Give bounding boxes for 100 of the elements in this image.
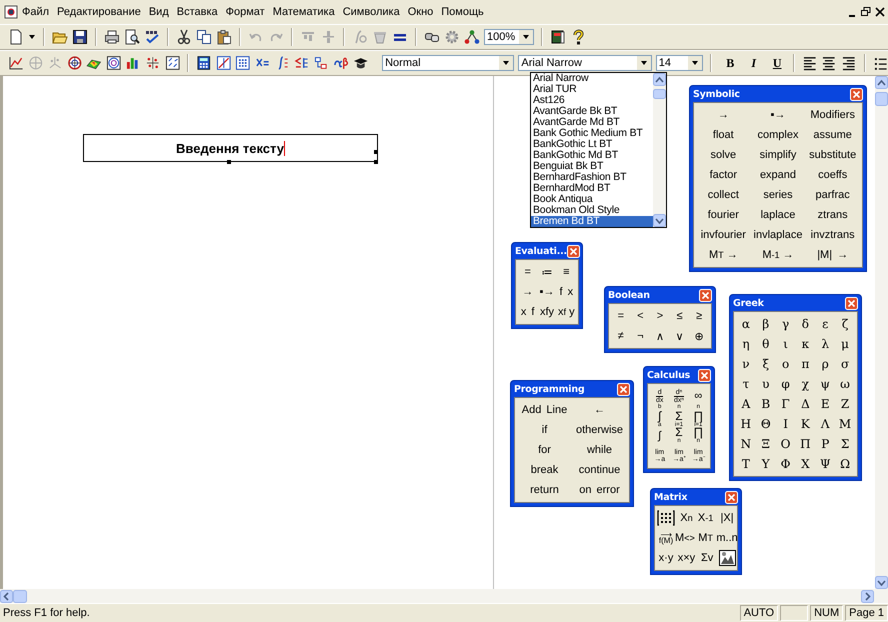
palette-button[interactable]: expand bbox=[750, 165, 806, 185]
font-list-item[interactable]: BernhardFashion BT bbox=[531, 172, 653, 183]
palette-button[interactable]: Κ bbox=[796, 414, 816, 434]
palette-button[interactable]: ⟶ f(M) bbox=[657, 528, 675, 548]
menu-item[interactable]: Окно bbox=[404, 6, 438, 18]
palette-button[interactable]: fourier bbox=[696, 205, 751, 225]
palette-button[interactable]: if bbox=[517, 420, 572, 440]
palette-window[interactable]: Boolean = < > ≤ ≥ ≠ ¬ ∧ ∨ ⊕ bbox=[604, 286, 716, 353]
palette-button[interactable]: > bbox=[650, 306, 670, 326]
palette-button[interactable]: = bbox=[518, 262, 538, 282]
palette-button[interactable]: Ξ bbox=[756, 434, 776, 454]
palette-button[interactable]: α bbox=[736, 314, 756, 334]
new-document-icon[interactable] bbox=[8, 29, 24, 45]
print-preview-icon[interactable] bbox=[124, 29, 140, 45]
resize-handle[interactable] bbox=[374, 160, 378, 164]
scatter-plot-icon[interactable] bbox=[144, 55, 160, 71]
style-dropdown[interactable]: Normal bbox=[382, 55, 514, 71]
tree-icon[interactable] bbox=[464, 29, 480, 45]
menu-item[interactable]: Редактирование bbox=[53, 6, 145, 18]
boolean-icon[interactable] bbox=[294, 55, 310, 71]
palette-button[interactable]: Modifiers bbox=[805, 105, 860, 125]
palette-button[interactable]: Φ bbox=[776, 454, 796, 474]
align-left-icon[interactable] bbox=[802, 55, 818, 71]
palette-button[interactable]: κ bbox=[796, 334, 816, 354]
scissors-icon[interactable] bbox=[176, 29, 192, 45]
palette-button[interactable]: Ο bbox=[776, 434, 796, 454]
palette-button[interactable]: ∞ bbox=[688, 386, 708, 406]
palette-button[interactable]: x f bbox=[518, 302, 538, 322]
palette-button[interactable]: ≡ bbox=[556, 262, 576, 282]
bullet-list-icon[interactable] bbox=[872, 55, 888, 71]
scroll-up-icon[interactable] bbox=[653, 73, 666, 86]
font-list-item[interactable]: Arial TUR bbox=[531, 84, 653, 95]
palette-button[interactable]: Ν bbox=[736, 434, 756, 454]
app-icon[interactable] bbox=[4, 5, 18, 19]
save-icon[interactable] bbox=[72, 29, 88, 45]
palette-button[interactable]: ψ bbox=[815, 374, 836, 394]
font-list-item[interactable]: Book Antiqua bbox=[531, 194, 653, 205]
palette-button[interactable]: simplify bbox=[750, 145, 806, 165]
palette-button[interactable]: υ bbox=[756, 374, 776, 394]
palette-button[interactable]: < bbox=[630, 306, 650, 326]
align-center-icon[interactable] bbox=[821, 55, 838, 71]
palette-button[interactable]: break bbox=[517, 460, 572, 480]
palette-button[interactable]: return bbox=[517, 480, 572, 500]
palette-button[interactable]: ζ bbox=[835, 314, 855, 334]
palette-button[interactable]: x×y bbox=[675, 548, 698, 568]
palette-button[interactable]: xfy bbox=[537, 302, 557, 322]
font-list-item[interactable]: Ast126 bbox=[531, 95, 653, 106]
palette-button[interactable]: Add Line bbox=[517, 400, 572, 420]
palette-button[interactable]: ≥ bbox=[689, 306, 709, 326]
palette-button[interactable]: continue bbox=[572, 460, 627, 480]
font-size-dropdown[interactable]: 14 bbox=[656, 55, 704, 71]
menu-item[interactable]: Файл bbox=[18, 6, 54, 18]
font-list-item[interactable]: BernhardMod BT bbox=[531, 183, 653, 194]
scroll-right-icon[interactable] bbox=[861, 590, 874, 602]
palette-button[interactable]: for bbox=[517, 440, 572, 460]
palette-button[interactable]: ∫ bbox=[650, 426, 670, 446]
scroll-left-icon[interactable] bbox=[0, 590, 13, 602]
palette-button[interactable]: → bbox=[696, 105, 751, 125]
palette-button[interactable]: ≤ bbox=[670, 306, 690, 326]
font-list-item[interactable]: BankGothic Lt BT bbox=[531, 139, 653, 150]
palette-button[interactable]: ο bbox=[776, 354, 796, 374]
palette-button[interactable]: ι bbox=[776, 334, 796, 354]
palette-window[interactable]: Greek α β γ δ ε ζ η θ ι κ λ μ ν ξ ο π ρ σ τ υ φ χ ψ ω Α Β Γ Δ Ε Ζ Η Θ Ι Κ Λ Μ Ν Ξ Ο Π Ρ Σ Τ Υ Φ Χ Ψ Ω bbox=[729, 294, 862, 481]
vertical-scrollbar[interactable] bbox=[875, 76, 888, 589]
printer-icon[interactable] bbox=[104, 29, 120, 45]
menu-item[interactable]: Формат bbox=[222, 6, 269, 18]
palette-button[interactable]: ⊕ bbox=[689, 326, 709, 346]
palette-button[interactable]: μ bbox=[835, 334, 855, 354]
matrix-icon[interactable] bbox=[235, 55, 251, 71]
palette-button[interactable]: = bbox=[611, 306, 631, 326]
palette-button[interactable]: τ bbox=[736, 374, 756, 394]
font-list-item[interactable]: Bookman Old Style bbox=[531, 205, 653, 216]
menu-item[interactable]: Вставка bbox=[172, 6, 222, 18]
palette-button[interactable]: Σv bbox=[698, 548, 716, 568]
font-list[interactable] bbox=[530, 72, 667, 228]
greek-icon[interactable] bbox=[332, 55, 349, 71]
italic-button[interactable]: I bbox=[744, 54, 762, 72]
text-region[interactable]: Введення тексту bbox=[83, 134, 378, 162]
palette-button[interactable]: float bbox=[696, 125, 751, 145]
palette-button[interactable]: Ζ bbox=[835, 394, 855, 414]
menu-item[interactable]: Помощь bbox=[437, 6, 488, 18]
palette-button[interactable]: ▪→ bbox=[750, 105, 806, 125]
palette-button[interactable]: on error bbox=[572, 480, 627, 500]
font-dropdown[interactable]: Arial Narrow bbox=[518, 55, 652, 71]
palette-button[interactable]: Β bbox=[756, 394, 776, 414]
menu-item[interactable]: Математика bbox=[268, 6, 339, 18]
restore-icon[interactable] bbox=[860, 6, 872, 18]
palette-button[interactable]: series bbox=[750, 185, 806, 205]
scroll-thumb[interactable] bbox=[875, 92, 888, 106]
palette-button[interactable]: Τ bbox=[736, 454, 756, 474]
palette-button[interactable]: ← bbox=[572, 400, 627, 420]
palette-button[interactable]: Δ bbox=[796, 394, 816, 414]
palette-button[interactable]: λ bbox=[815, 334, 836, 354]
close-icon[interactable] bbox=[874, 6, 886, 18]
palette-button[interactable]: Ι bbox=[776, 414, 796, 434]
palette-button[interactable]: Σ bbox=[835, 434, 855, 454]
palette-button[interactable]: φ bbox=[776, 374, 796, 394]
palette-button[interactable]: Υ bbox=[756, 454, 776, 474]
scroll-up-icon[interactable] bbox=[875, 76, 888, 89]
palette-button[interactable]: ▪→ bbox=[537, 282, 557, 302]
